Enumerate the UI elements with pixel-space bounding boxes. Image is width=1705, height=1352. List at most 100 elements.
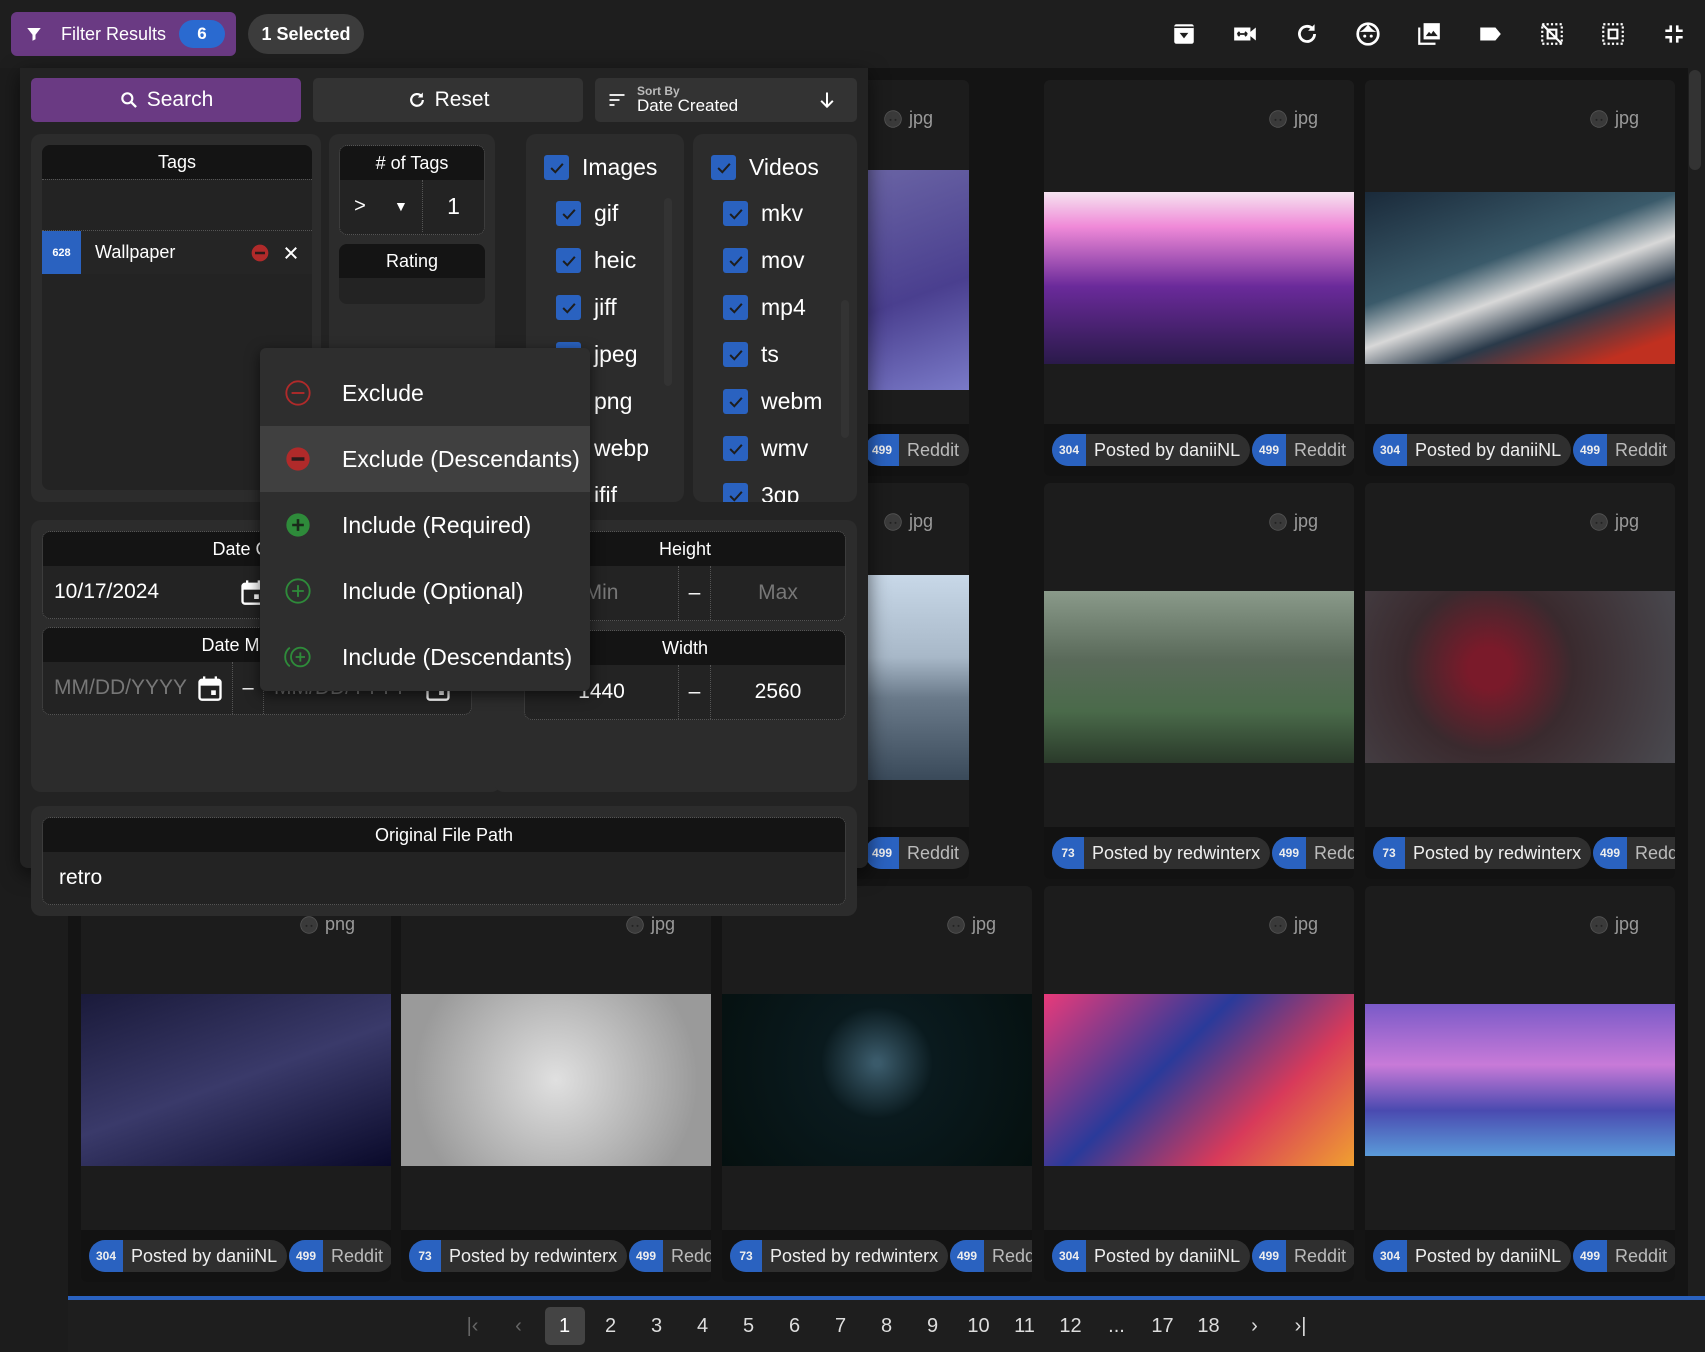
height-max-input[interactable]: Max (711, 566, 845, 620)
page-button[interactable]: 6 (775, 1307, 815, 1345)
page-button[interactable]: 8 (867, 1307, 907, 1345)
media-card[interactable]: jpg 304 Posted by daniiNL 499 Reddit (1044, 80, 1354, 476)
menu-item-exclude-descendants[interactable]: Exclude (Descendants) (260, 426, 590, 492)
thumbnail-image[interactable] (401, 994, 711, 1166)
page-button[interactable]: 17 (1143, 1307, 1183, 1345)
menu-item-exclude[interactable]: Exclude (260, 360, 590, 426)
date-created-start-input[interactable]: 10/17/2024 (43, 566, 239, 618)
videos-type-checkbox[interactable]: mp4 (723, 294, 806, 321)
videos-type-checkbox[interactable]: mov (723, 247, 804, 274)
page-button[interactable]: 1 (544, 1307, 585, 1345)
source-chip[interactable]: 499 Reddit (1272, 837, 1354, 869)
thumbnail-image[interactable] (81, 994, 391, 1166)
filter-results-button[interactable]: Filter Results 6 (11, 12, 236, 56)
videos-type-checkbox[interactable]: wmv (723, 435, 808, 462)
videos-scrollbar[interactable] (841, 300, 849, 438)
menu-item-include-descendants[interactable]: Include (Descendants) (260, 624, 590, 690)
menu-item-include-required[interactable]: Include (Required) (260, 492, 590, 558)
remove-tag-icon[interactable] (282, 244, 300, 262)
videos-type-checkbox[interactable]: webm (723, 388, 822, 415)
source-chip[interactable]: 499 Reddit (289, 1240, 391, 1272)
face-button[interactable] (1337, 18, 1398, 50)
videos-type-checkbox[interactable]: ts (723, 341, 779, 368)
refresh-button[interactable] (1276, 18, 1337, 50)
page-button[interactable]: 2 (591, 1307, 631, 1345)
thumbnail-image[interactable] (1365, 1004, 1675, 1156)
author-chip[interactable]: 304 Posted by daniiNL (1052, 434, 1251, 466)
menu-item-include-optional[interactable]: Include (Optional) (260, 558, 590, 624)
author-chip[interactable]: 73 Posted by redwinterx (409, 1240, 628, 1272)
archive-download-button[interactable] (1153, 18, 1214, 50)
num-tags-operator-select[interactable]: > ▼ (340, 180, 423, 232)
thumbnail-image[interactable] (1044, 994, 1354, 1166)
videos-type-checkbox[interactable]: 3gp (723, 482, 799, 502)
label-button[interactable] (1460, 18, 1521, 50)
images-all-checkbox[interactable]: Images (544, 154, 657, 181)
media-card[interactable]: jpg 304 Posted by daniiNL 499 Reddit (1044, 886, 1354, 1282)
page-button[interactable]: 7 (821, 1307, 861, 1345)
images-type-checkbox[interactable]: jiff (556, 294, 617, 321)
media-card[interactable]: jpg 73 Posted by redwinterx 499 Reddit (722, 886, 1032, 1282)
author-chip[interactable]: 304 Posted by daniiNL (1373, 1240, 1572, 1272)
media-card[interactable]: jpg 304 Posted by daniiNL 499 Reddit (1365, 886, 1675, 1282)
author-chip[interactable]: 73 Posted by redwinterx (730, 1240, 949, 1272)
images-type-checkbox[interactable]: heic (556, 247, 636, 274)
grid-scrollbar[interactable] (1689, 70, 1701, 170)
reset-button[interactable]: Reset (313, 78, 583, 122)
prev-page-button[interactable]: ‹ (499, 1307, 539, 1345)
thumbnail-image[interactable] (1365, 591, 1675, 763)
page-button[interactable]: 10 (959, 1307, 999, 1345)
media-card[interactable]: jpg 73 Posted by redwinterx 499 Reddit (1044, 483, 1354, 879)
source-chip[interactable]: 499 Reddit (1593, 837, 1675, 869)
first-page-button[interactable]: |‹ (453, 1307, 493, 1345)
thumbnail-image[interactable] (722, 994, 1032, 1166)
page-button[interactable]: 12 (1051, 1307, 1091, 1345)
source-chip[interactable]: 499 Reddit (1252, 1240, 1354, 1272)
source-chip[interactable]: 499 Reddit (1573, 1240, 1675, 1272)
thumbnail-image[interactable] (1044, 591, 1354, 763)
tag-item[interactable]: 628 Wallpaper (42, 231, 312, 274)
next-page-button[interactable]: › (1235, 1307, 1275, 1345)
exclude-descendants-icon[interactable] (250, 243, 270, 263)
sort-direction-icon[interactable] (817, 90, 837, 110)
media-card[interactable]: jpg 304 Posted by daniiNL 499 Reddit (1365, 80, 1675, 476)
sort-by-select[interactable]: Sort By Date Created (595, 78, 857, 122)
media-card[interactable]: png 304 Posted by daniiNL 499 Reddit (81, 886, 391, 1282)
tag-search-input[interactable] (42, 179, 312, 231)
file-path-input[interactable]: retro (43, 852, 845, 904)
source-chip[interactable]: 499 Reddit (1252, 434, 1354, 466)
fullscreen-exit-button[interactable] (1644, 18, 1705, 50)
select-all-button[interactable] (1582, 18, 1643, 50)
source-chip[interactable]: 499 Reddit (865, 434, 969, 466)
page-button[interactable]: 9 (913, 1307, 953, 1345)
author-chip[interactable]: 304 Posted by daniiNL (1052, 1240, 1251, 1272)
images-scrollbar[interactable] (664, 198, 672, 386)
media-card[interactable]: jpg 73 Posted by redwinterx 499 Reddit (401, 886, 711, 1282)
images-type-checkbox[interactable]: gif (556, 200, 618, 227)
search-button[interactable]: Search (31, 78, 301, 122)
author-chip[interactable]: 73 Posted by redwinterx (1373, 837, 1592, 869)
calendar-icon[interactable] (196, 674, 224, 702)
page-button[interactable]: 18 (1189, 1307, 1229, 1345)
width-max-input[interactable]: 2560 (711, 665, 845, 719)
date-modified-start-input[interactable]: MM/DD/YYYY (43, 676, 196, 700)
media-card[interactable]: jpg 73 Posted by redwinterx 499 Reddit (1365, 483, 1675, 879)
author-chip[interactable]: 304 Posted by daniiNL (89, 1240, 288, 1272)
videos-type-checkbox[interactable]: mkv (723, 200, 803, 227)
image-collection-button[interactable] (1399, 18, 1460, 50)
page-button[interactable]: 3 (637, 1307, 677, 1345)
source-chip[interactable]: 499 Reddit (1573, 434, 1675, 466)
videos-all-checkbox[interactable]: Videos (711, 154, 819, 181)
deselect-button[interactable] (1521, 18, 1582, 50)
author-chip[interactable]: 304 Posted by daniiNL (1373, 434, 1572, 466)
page-button[interactable]: 5 (729, 1307, 769, 1345)
page-button[interactable]: 4 (683, 1307, 723, 1345)
num-tags-value-input[interactable]: 1 (423, 180, 484, 232)
source-chip[interactable]: 499 Reddit (865, 837, 969, 869)
source-chip[interactable]: 499 Reddit (950, 1240, 1032, 1272)
page-button[interactable]: 11 (1005, 1307, 1045, 1345)
thumbnail-image[interactable] (1044, 192, 1354, 364)
last-page-button[interactable]: ›| (1281, 1307, 1321, 1345)
source-chip[interactable]: 499 Reddit (629, 1240, 711, 1272)
video-width-button[interactable] (1215, 18, 1276, 50)
